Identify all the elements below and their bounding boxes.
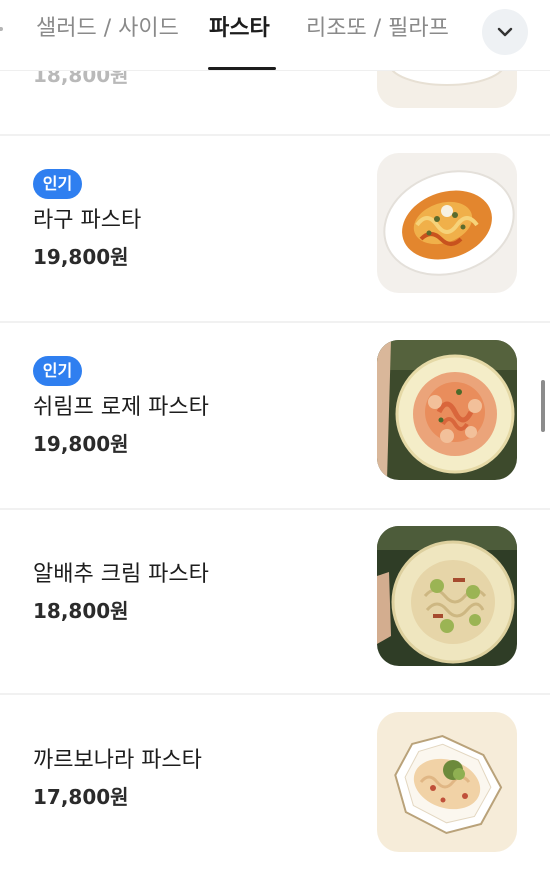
menu-item-name: 라구 파스타 [33, 208, 142, 233]
active-tab-indicator [208, 67, 276, 70]
scroll-edge-marker [0, 27, 3, 31]
menu-item[interactable]: 알배추 크림 파스타 18,800원 [0, 510, 550, 693]
menu-item-price: 17,800원 [33, 785, 129, 809]
menu-item-price: 18,800원 [33, 599, 129, 623]
menu-item[interactable]: 인기 쉬림프 로제 파스타 19,800원 [0, 323, 550, 508]
popular-badge: 인기 [33, 169, 82, 199]
menu-item-image [377, 526, 517, 666]
menu-item-name: 알배추 크림 파스타 [33, 562, 209, 587]
more-categories-button[interactable] [482, 9, 528, 55]
menu-item-price: 19,800원 [33, 245, 129, 269]
tab-salad-side[interactable]: 샐러드 / 사이드 [36, 14, 179, 44]
popular-badge: 인기 [33, 356, 82, 386]
menu-item-price: 19,800원 [33, 432, 129, 456]
menu-item[interactable]: 까르보나라 파스타 17,800원 [0, 695, 550, 891]
scrollbar[interactable] [541, 380, 545, 432]
tab-risotto-pilaf[interactable]: 리조또 / 필라프 [306, 14, 449, 44]
menu-item-name: 까르보나라 파스타 [33, 748, 202, 773]
menu-item-image [377, 340, 517, 480]
menu-item-image [377, 153, 517, 293]
menu-item[interactable]: 인기 라구 파스타 19,800원 [0, 136, 550, 321]
tab-pasta[interactable]: 파스타 [209, 14, 270, 44]
menu-item-image [377, 712, 517, 852]
category-tab-bar: 샐러드 / 사이드 파스타 리조또 / 필라프 [0, 0, 550, 71]
menu-item-name: 쉬림프 로제 파스타 [33, 395, 209, 420]
menu-page: 18,800원 인기 라구 파스타 19,800원 인기 쉬림프 로제 파스타 … [0, 0, 550, 891]
chevron-down-icon [497, 27, 513, 37]
